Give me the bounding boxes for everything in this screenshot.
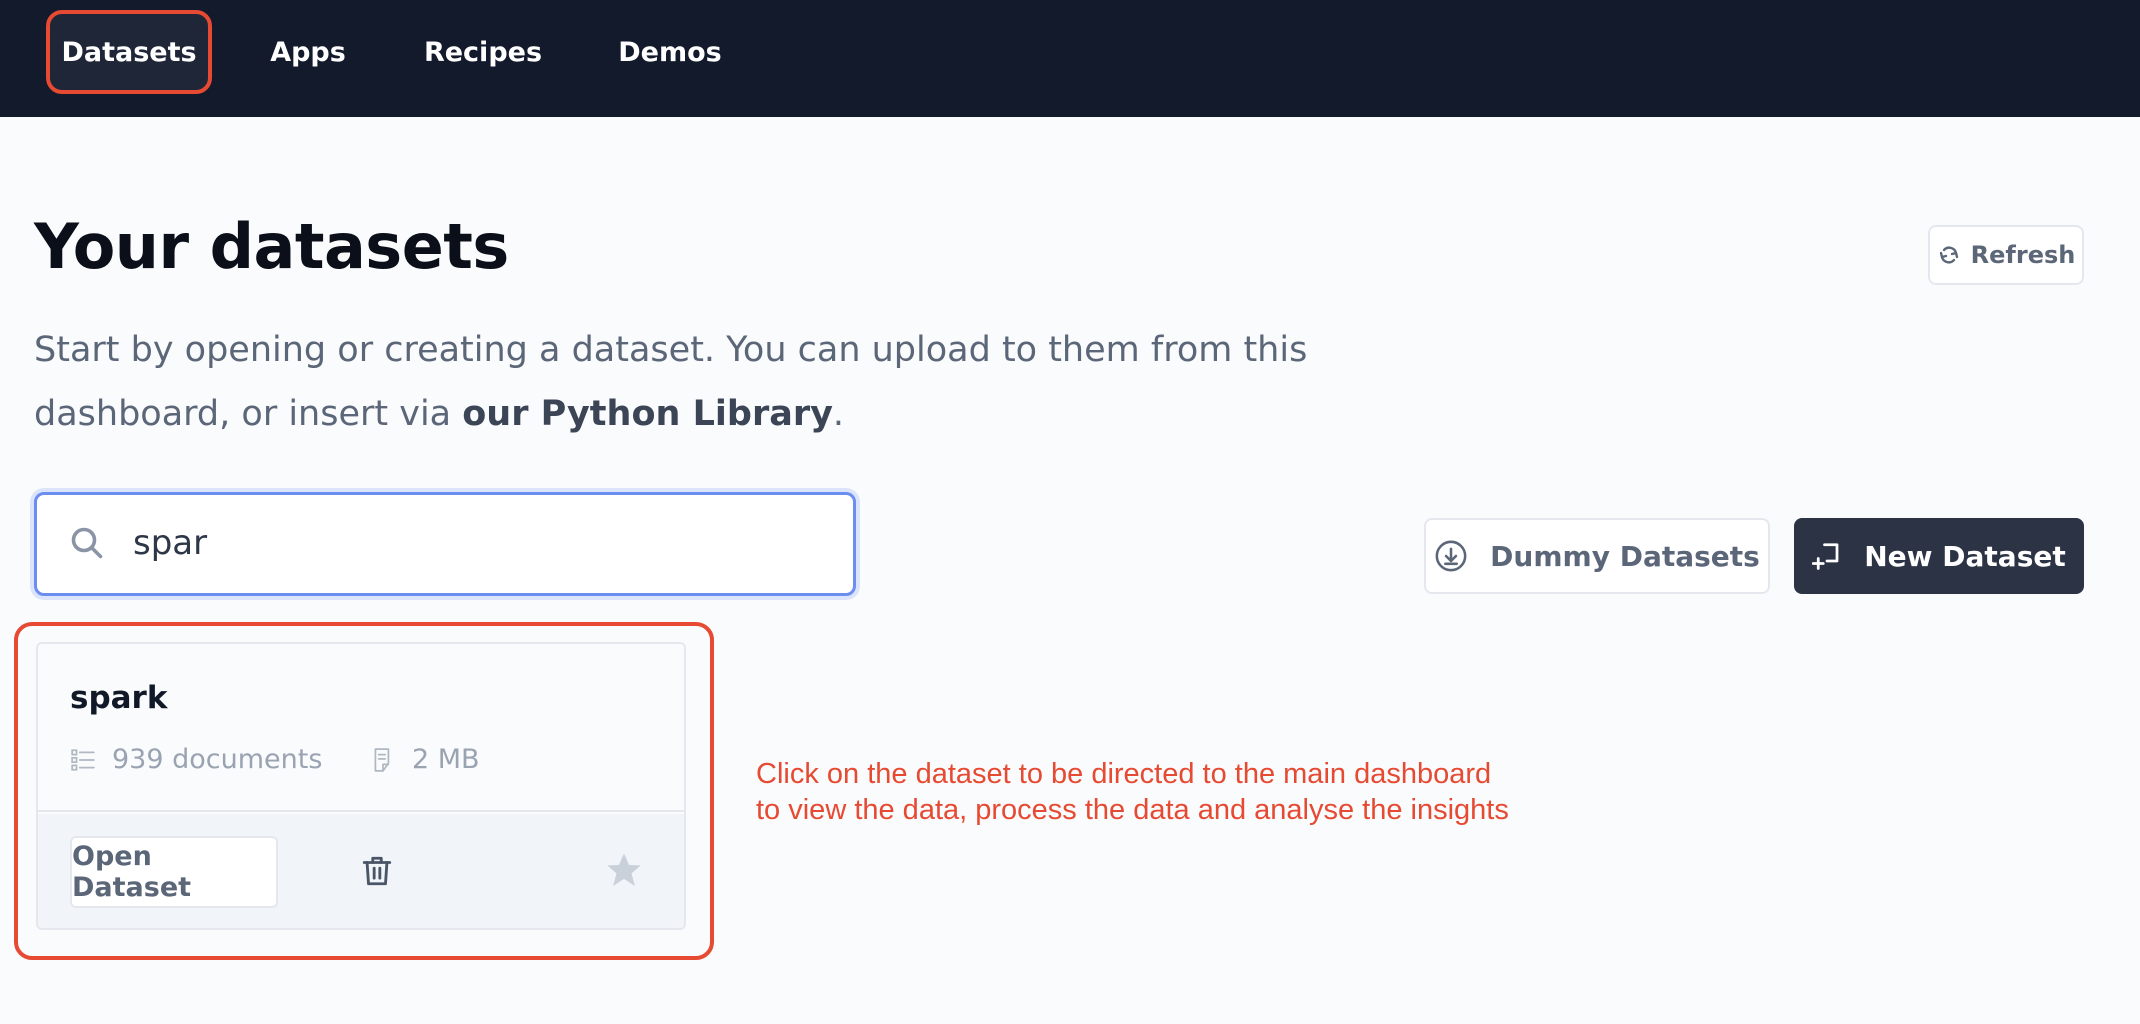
list-icon <box>71 748 95 771</box>
open-dataset-button[interactable]: Open Dataset <box>70 836 278 908</box>
star-icon[interactable] <box>604 850 644 890</box>
file-icon <box>374 747 390 772</box>
new-dataset-button[interactable]: New Dataset <box>1794 518 2084 594</box>
dataset-document-count: 939 documents <box>70 744 322 775</box>
refresh-button[interactable]: Refresh <box>1928 225 2084 285</box>
dummy-datasets-label: Dummy Datasets <box>1490 539 1760 573</box>
page-subtitle: Start by opening or creating a dataset. … <box>34 318 1354 446</box>
dataset-size-text: 2 MB <box>412 744 480 775</box>
document-count-text: 939 documents <box>112 744 323 775</box>
page-title: Your datasets <box>34 210 509 283</box>
top-nav-bar: Datasets Apps Recipes Demos <box>0 0 2140 117</box>
dummy-datasets-button[interactable]: Dummy Datasets <box>1424 518 1770 594</box>
nav-tab-demos[interactable]: Demos <box>612 10 728 94</box>
nav-tab-apps[interactable]: Apps <box>262 10 354 94</box>
nav-tab-recipes[interactable]: Recipes <box>420 10 546 94</box>
nav-tab-datasets[interactable]: Datasets <box>46 10 212 94</box>
subtitle-period: . <box>832 394 845 434</box>
dataset-name: spark <box>70 680 168 716</box>
new-dataset-icon <box>1812 543 1839 570</box>
trash-icon[interactable] <box>360 854 394 888</box>
refresh-label: Refresh <box>1970 241 2076 269</box>
dataset-size: 2 MB <box>370 744 480 775</box>
dataset-card[interactable]: spark 939 documents 2 MB Open Dataset <box>36 642 686 930</box>
dataset-card-header: spark 939 documents 2 MB <box>38 644 684 812</box>
refresh-icon <box>1939 246 1958 264</box>
new-dataset-label: New Dataset <box>1864 539 2066 573</box>
python-library-link[interactable]: our Python Library <box>462 394 833 434</box>
search-icon <box>71 527 103 559</box>
annotation-text: Click on the dataset to be directed to t… <box>756 758 1509 826</box>
search-box[interactable] <box>34 492 856 596</box>
download-circle-icon <box>1435 540 1467 572</box>
search-input[interactable] <box>133 513 833 573</box>
